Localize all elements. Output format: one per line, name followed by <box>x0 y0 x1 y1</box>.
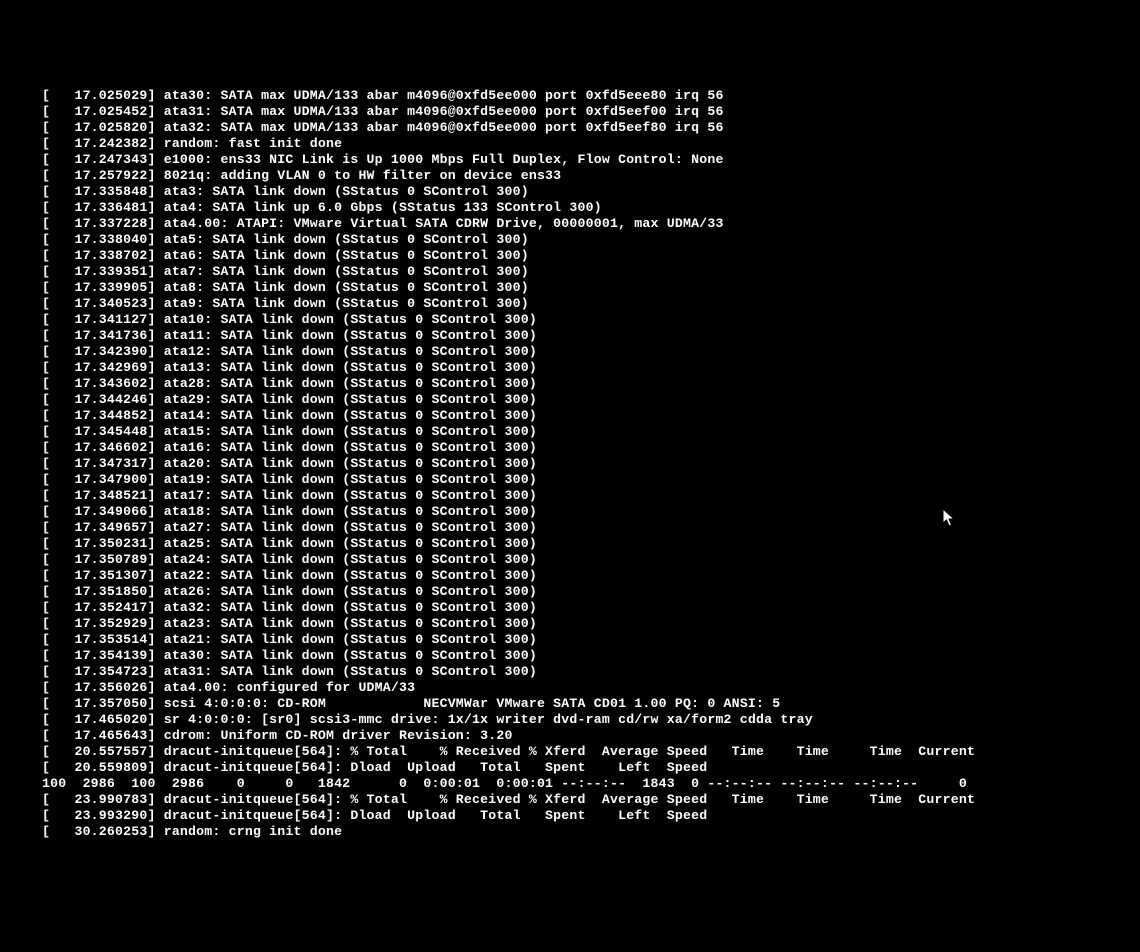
terminal-line: [ 20.559809] dracut-initqueue[564]: Dloa… <box>42 760 1140 776</box>
terminal-line: [ 23.990783] dracut-initqueue[564]: % To… <box>42 792 1140 808</box>
terminal-line: [ 17.356026] ata4.00: configured for UDM… <box>42 680 1140 696</box>
terminal-line: [ 17.347900] ata19: SATA link down (SSta… <box>42 472 1140 488</box>
terminal-line: [ 17.354139] ata30: SATA link down (SSta… <box>42 648 1140 664</box>
terminal-line: [ 20.557557] dracut-initqueue[564]: % To… <box>42 744 1140 760</box>
terminal-line: [ 17.341736] ata11: SATA link down (SSta… <box>42 328 1140 344</box>
terminal-output: [ 17.025029] ata30: SATA max UDMA/133 ab… <box>42 88 1140 840</box>
terminal-line: [ 17.349657] ata27: SATA link down (SSta… <box>42 520 1140 536</box>
terminal-line: [ 17.257922] 8021q: adding VLAN 0 to HW … <box>42 168 1140 184</box>
terminal-line: [ 17.465020] sr 4:0:0:0: [sr0] scsi3-mmc… <box>42 712 1140 728</box>
terminal-line: [ 17.351850] ata26: SATA link down (SSta… <box>42 584 1140 600</box>
terminal-line: [ 17.341127] ata10: SATA link down (SSta… <box>42 312 1140 328</box>
terminal-line: [ 17.343602] ata28: SATA link down (SSta… <box>42 376 1140 392</box>
terminal-line: [ 17.344852] ata14: SATA link down (SSta… <box>42 408 1140 424</box>
terminal-line: 100 2986 100 2986 0 0 1842 0 0:00:01 0:0… <box>42 776 1140 792</box>
terminal-line: [ 17.353514] ata21: SATA link down (SSta… <box>42 632 1140 648</box>
terminal-line: [ 17.335848] ata3: SATA link down (SStat… <box>42 184 1140 200</box>
terminal-line: [ 17.346602] ata16: SATA link down (SSta… <box>42 440 1140 456</box>
terminal-line: [ 17.352929] ata23: SATA link down (SSta… <box>42 616 1140 632</box>
terminal-line: [ 17.337228] ata4.00: ATAPI: VMware Virt… <box>42 216 1140 232</box>
terminal-line: [ 17.025029] ata30: SATA max UDMA/133 ab… <box>42 88 1140 104</box>
terminal-line: [ 17.336481] ata4: SATA link up 6.0 Gbps… <box>42 200 1140 216</box>
terminal-line: [ 17.338702] ata6: SATA link down (SStat… <box>42 248 1140 264</box>
terminal-line: [ 17.354723] ata31: SATA link down (SSta… <box>42 664 1140 680</box>
terminal-line: [ 17.342390] ata12: SATA link down (SSta… <box>42 344 1140 360</box>
terminal-line: [ 17.350789] ata24: SATA link down (SSta… <box>42 552 1140 568</box>
terminal-line: [ 17.344246] ata29: SATA link down (SSta… <box>42 392 1140 408</box>
terminal-line: [ 17.352417] ata32: SATA link down (SSta… <box>42 600 1140 616</box>
terminal-line: [ 17.339905] ata8: SATA link down (SStat… <box>42 280 1140 296</box>
terminal-line: [ 17.340523] ata9: SATA link down (SStat… <box>42 296 1140 312</box>
terminal-line: [ 30.260253] random: crng init done <box>42 824 1140 840</box>
terminal-line: [ 17.025820] ata32: SATA max UDMA/133 ab… <box>42 120 1140 136</box>
terminal-line: [ 17.338040] ata5: SATA link down (SStat… <box>42 232 1140 248</box>
terminal-line: [ 17.351307] ata22: SATA link down (SSta… <box>42 568 1140 584</box>
terminal-line: [ 17.465643] cdrom: Uniform CD-ROM drive… <box>42 728 1140 744</box>
terminal-line: [ 23.993290] dracut-initqueue[564]: Dloa… <box>42 808 1140 824</box>
terminal-line: [ 17.342969] ata13: SATA link down (SSta… <box>42 360 1140 376</box>
terminal-line: [ 17.347317] ata20: SATA link down (SSta… <box>42 456 1140 472</box>
terminal-line: [ 17.348521] ata17: SATA link down (SSta… <box>42 488 1140 504</box>
terminal-line: [ 17.025452] ata31: SATA max UDMA/133 ab… <box>42 104 1140 120</box>
terminal-line: [ 17.345448] ata15: SATA link down (SSta… <box>42 424 1140 440</box>
terminal-line: [ 17.349066] ata18: SATA link down (SSta… <box>42 504 1140 520</box>
terminal-line: [ 17.242382] random: fast init done <box>42 136 1140 152</box>
terminal-line: [ 17.247343] e1000: ens33 NIC Link is Up… <box>42 152 1140 168</box>
terminal-line: [ 17.339351] ata7: SATA link down (SStat… <box>42 264 1140 280</box>
terminal-line: [ 17.357050] scsi 4:0:0:0: CD-ROM NECVMW… <box>42 696 1140 712</box>
terminal-line: [ 17.350231] ata25: SATA link down (SSta… <box>42 536 1140 552</box>
